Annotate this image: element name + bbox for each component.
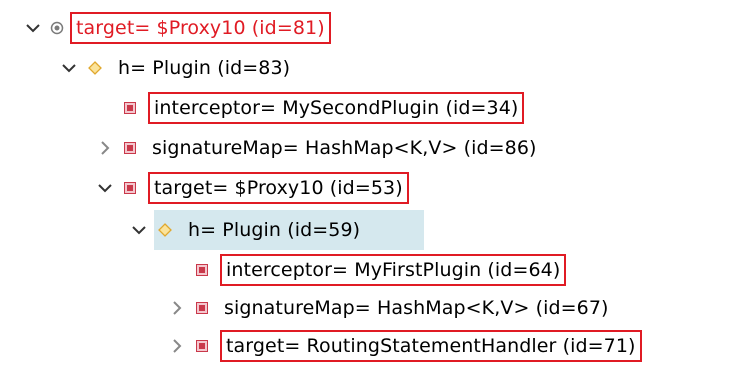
tree-row-target-routing[interactable]: target= RoutingStatementHandler (id=71) xyxy=(0,326,736,366)
tree-node-label: signatureMap= HashMap<K,V> (id=86) xyxy=(152,137,537,159)
tree-node-label: target= $Proxy10 (id=81) xyxy=(70,12,331,44)
private-field-icon xyxy=(196,264,208,276)
root-object-icon xyxy=(50,21,64,35)
chevron-right-icon[interactable] xyxy=(168,337,186,355)
tree-row-interceptor[interactable]: interceptor= MySecondPlugin (id=34) xyxy=(0,88,736,128)
tree-row-h-plugin[interactable]: h= Plugin (id=83) xyxy=(0,48,736,88)
tree-row-root-target[interactable]: target= $Proxy10 (id=81) xyxy=(0,8,736,48)
tree-node-label: interceptor= MySecondPlugin (id=34) xyxy=(148,92,525,124)
tree-node-label: signatureMap= HashMap<K,V> (id=67) xyxy=(224,297,609,319)
diamond-icon xyxy=(158,223,172,237)
tree-row-target[interactable]: target= $Proxy10 (id=53) xyxy=(0,168,736,208)
tree-node-label: interceptor= MyFirstPlugin (id=64) xyxy=(220,254,567,286)
tree-row-h-plugin-selected[interactable]: h= Plugin (id=59) xyxy=(0,210,736,250)
tree-row-interceptor-first[interactable]: interceptor= MyFirstPlugin (id=64) xyxy=(0,250,736,290)
diamond-icon xyxy=(88,61,102,75)
chevron-down-icon[interactable] xyxy=(24,19,42,37)
tree-node-label: target= $Proxy10 (id=53) xyxy=(148,172,409,204)
private-field-icon xyxy=(124,142,136,154)
variables-tree: target= $Proxy10 (id=81) h= Plugin (id=8… xyxy=(0,0,736,362)
private-field-icon xyxy=(124,102,136,114)
tree-node-label: h= Plugin (id=59) xyxy=(188,219,361,241)
private-field-icon xyxy=(124,182,136,194)
tree-row-signature-map[interactable]: signatureMap= HashMap<K,V> (id=86) xyxy=(0,128,736,168)
chevron-down-icon[interactable] xyxy=(130,221,148,239)
chevron-down-icon[interactable] xyxy=(96,179,114,197)
private-field-icon xyxy=(196,340,208,352)
private-field-icon xyxy=(196,302,208,314)
chevron-right-icon[interactable] xyxy=(168,299,186,317)
chevron-down-icon[interactable] xyxy=(60,59,78,77)
tree-node-label: h= Plugin (id=83) xyxy=(118,57,291,79)
tree-row-signature-map-inner[interactable]: signatureMap= HashMap<K,V> (id=67) xyxy=(0,288,736,328)
tree-node-label: target= RoutingStatementHandler (id=71) xyxy=(220,330,642,362)
chevron-right-icon[interactable] xyxy=(96,139,114,157)
